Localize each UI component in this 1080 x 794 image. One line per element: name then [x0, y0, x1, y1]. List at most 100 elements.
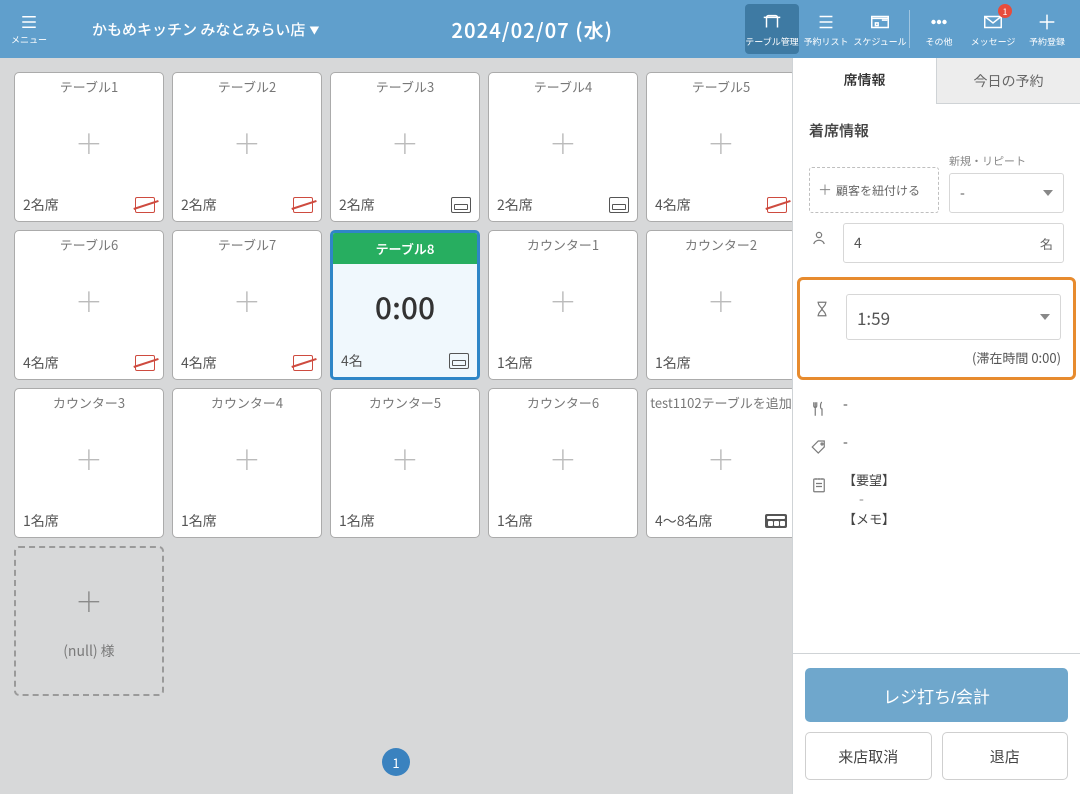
table-name: カウンター4: [173, 389, 321, 411]
seat-icon: [451, 197, 471, 213]
table-empty: ＋: [647, 253, 792, 349]
table-card[interactable]: カウンター5＋ 1名席: [330, 388, 480, 538]
store-name-label: かもめキッチン みなとみらい店: [92, 19, 305, 40]
table-seats: 4名席: [23, 353, 59, 373]
message-badge: 1: [998, 4, 1012, 18]
table-footer: 4名: [333, 347, 477, 377]
nav-message[interactable]: 1 メッセージ: [966, 0, 1020, 58]
cancel-visit-button[interactable]: 来店取消: [805, 732, 932, 780]
table-card[interactable]: テーブル5＋4名席: [646, 72, 792, 222]
nav-table[interactable]: テーブル管理: [745, 4, 799, 54]
table-empty: ＋: [647, 95, 792, 191]
nav-other-label: その他: [925, 35, 952, 48]
stay-note: (滞在時間 0:00): [812, 348, 1061, 367]
table-name: カウンター5: [331, 389, 479, 411]
table-name: テーブル2: [173, 73, 321, 95]
table-footer: 1名席: [489, 507, 637, 537]
table-footer: 4名席: [647, 191, 792, 221]
table-seats: 1名席: [497, 353, 533, 373]
person-icon: [809, 223, 829, 247]
table-card[interactable]: カウンター2＋1名席: [646, 230, 792, 380]
course-value: -: [843, 394, 1064, 414]
table-name: カウンター2: [647, 231, 792, 253]
nav-schedule[interactable]: スケジュール: [853, 0, 907, 58]
side-panel: 席情報 今日の予約 着席情報 ＋ 顧客を紐付ける 新規・リピート -: [792, 58, 1080, 794]
plus-icon: ＋: [818, 180, 832, 200]
schedule-icon: [869, 11, 891, 33]
note-icon: [809, 470, 829, 494]
table-name: テーブル5: [647, 73, 792, 95]
table-timer: 0:00: [333, 264, 477, 347]
table-empty: ＋: [489, 253, 637, 349]
table-card[interactable]: テーブル6＋4名席: [14, 230, 164, 380]
req-label: 【要望】: [843, 470, 1064, 489]
table-seats: 2名席: [181, 195, 217, 215]
table-card[interactable]: テーブル7＋4名席: [172, 230, 322, 380]
tab-today[interactable]: 今日の予約: [936, 58, 1080, 104]
table-card[interactable]: テーブル4＋2名席: [488, 72, 638, 222]
table-name: テーブル6: [15, 231, 163, 253]
link-customer-label: 顧客を紐付ける: [836, 182, 920, 199]
waiting-card[interactable]: ＋ (null) 様: [14, 546, 164, 696]
table-card[interactable]: テーブル2＋2名席: [172, 72, 322, 222]
table-name: テーブル1: [15, 73, 163, 95]
table-footer: 1名席: [331, 507, 479, 537]
caret-down-icon: [1043, 190, 1053, 196]
table-card[interactable]: test1102テーブルを追加＋4～8名席: [646, 388, 792, 538]
table-footer: 1名席: [489, 349, 637, 379]
table-footer: 1名席: [173, 507, 321, 537]
table-card[interactable]: テーブル1＋2名席: [14, 72, 164, 222]
table-seats: 1名席: [339, 511, 375, 531]
current-date: 2024/02/07 (水): [319, 15, 745, 44]
table-name: テーブル3: [331, 73, 479, 95]
table-card[interactable]: カウンター1＋1名席: [488, 230, 638, 380]
stay-value: 1:59: [857, 305, 890, 330]
stay-select[interactable]: 1:59: [846, 294, 1061, 340]
repeat-select[interactable]: -: [949, 173, 1064, 213]
table-seats: 2名席: [339, 195, 375, 215]
no-smoking-icon: [767, 197, 787, 213]
caret-down-icon: [1040, 314, 1050, 320]
store-selector[interactable]: かもめキッチン みなとみらい店 ▼: [68, 19, 319, 40]
table-seats: 1名席: [23, 511, 59, 531]
table-empty: ＋: [331, 95, 479, 191]
table-seats: 1名席: [181, 511, 217, 531]
cutlery-icon: [809, 394, 829, 418]
menu-button[interactable]: メニュー: [6, 13, 52, 46]
table-card[interactable]: カウンター4＋ 1名席: [172, 388, 322, 538]
table-card[interactable]: カウンター3＋ 1名席: [14, 388, 164, 538]
table-seats: 2名席: [23, 195, 59, 215]
checkout-button[interactable]: レジ打ち/会計: [805, 668, 1068, 722]
table-footer: 2名席: [173, 191, 321, 221]
table-card[interactable]: カウンター6＋1名席: [488, 388, 638, 538]
section-title: 着席情報: [809, 120, 1064, 141]
req-value: -: [843, 489, 1064, 509]
table-empty: ＋: [15, 411, 163, 507]
nav-other[interactable]: その他: [912, 0, 966, 58]
seat-icon: [449, 353, 469, 369]
no-smoking-icon: [135, 355, 155, 371]
nav-separator: [909, 10, 910, 48]
table-card[interactable]: テーブル3＋ 2名席: [330, 72, 480, 222]
table-name: カウンター3: [15, 389, 163, 411]
tab-seat-info[interactable]: 席情報: [793, 58, 936, 104]
table-empty: ＋: [647, 411, 792, 507]
table-footer: 1名席: [15, 507, 163, 537]
table-card[interactable]: テーブル80:004名: [330, 230, 480, 380]
nav-list[interactable]: 予約リスト: [799, 0, 853, 58]
table-name: テーブル4: [489, 73, 637, 95]
table-empty: ＋: [331, 411, 479, 507]
party-input[interactable]: 4 名: [843, 223, 1064, 263]
no-smoking-icon: [293, 197, 313, 213]
plus-icon: ＋: [75, 581, 103, 621]
link-customer-button[interactable]: ＋ 顧客を紐付ける: [809, 167, 939, 213]
leave-button[interactable]: 退店: [942, 732, 1069, 780]
table-empty: ＋: [173, 411, 321, 507]
pager: 1: [382, 748, 410, 776]
plus-icon: [1036, 11, 1058, 33]
table-seats: 1名席: [497, 511, 533, 531]
page-number[interactable]: 1: [382, 748, 410, 776]
table-footer: 4名席: [15, 349, 163, 379]
nav-add[interactable]: 予約登録: [1020, 0, 1074, 58]
table-footer: 2名席: [15, 191, 163, 221]
